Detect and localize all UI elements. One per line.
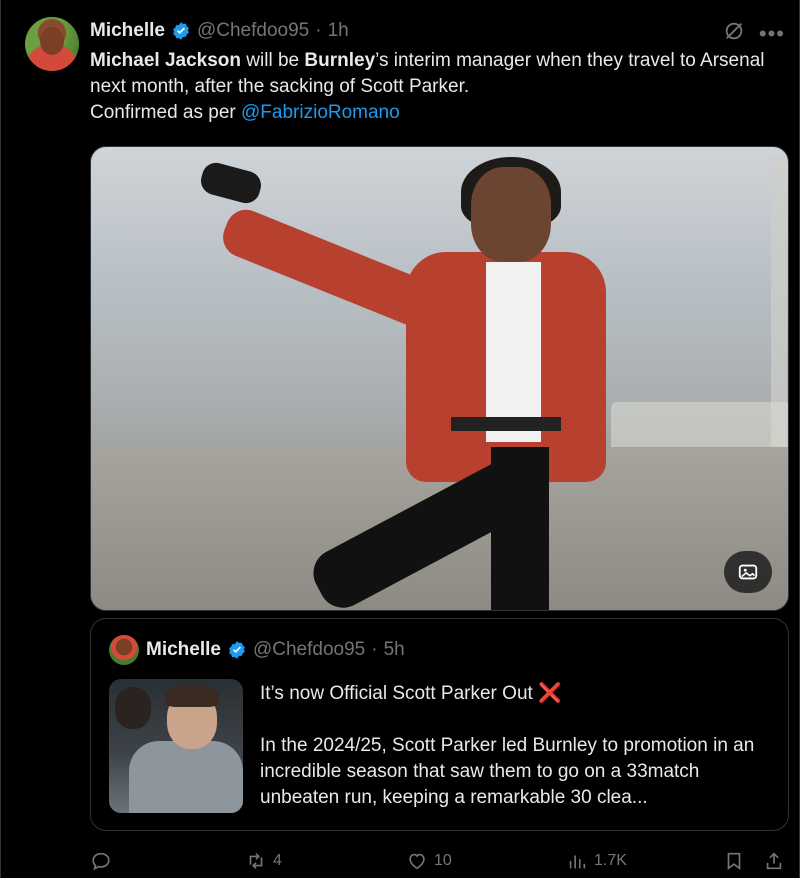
handle[interactable]: @Chefdoo95 (197, 20, 309, 42)
tweet-bold-2: Burnley (304, 50, 376, 71)
views-count: 1.7K (594, 852, 627, 869)
bookmark-button[interactable] (723, 850, 745, 872)
alt-text-icon[interactable] (724, 551, 772, 593)
like-icon (409, 853, 425, 870)
quoted-separator: · (371, 639, 378, 660)
display-name[interactable]: Michelle (90, 20, 165, 42)
action-bar: 4 10 1.7K (90, 847, 790, 875)
retweet-button[interactable]: 4 (245, 850, 282, 872)
tweet-text-5: Confirmed as per (90, 102, 242, 123)
quoted-handle: @Chefdoo95 (252, 639, 366, 660)
bookmark-icon (727, 852, 741, 870)
reply-icon (92, 852, 110, 871)
tweet-header: Michelle @Chefdoo95 · 1h (90, 20, 349, 42)
tweet-bold-1: Michael Jackson (90, 50, 242, 71)
share-button[interactable] (763, 850, 785, 872)
quoted-line-2: In the 2024/25, Scott Parker led Burnley… (260, 735, 755, 808)
quoted-tweet[interactable]: Michelle @Chefdoo95 · 5h It’s now Offici… (90, 618, 789, 831)
cross-mark-icon: ❌ (538, 683, 562, 704)
quoted-thumbnail (109, 679, 243, 813)
views-button[interactable]: 1.7K (566, 850, 627, 872)
mention-link[interactable]: @FabrizioRomano (241, 102, 400, 123)
more-icon[interactable]: ••• (759, 22, 785, 45)
views-icon (569, 855, 586, 869)
grok-icon[interactable] (723, 20, 745, 47)
quoted-text: It’s now Official Scott Parker Out ❌ In … (260, 681, 770, 811)
verified-badge-icon (227, 640, 247, 660)
tweet[interactable]: Michelle @Chefdoo95 · 1h ••• Michael Jac… (0, 0, 800, 878)
quoted-header: Michelle @Chefdoo95 · 5h (146, 639, 405, 661)
tweet-text-2: will be (241, 50, 305, 71)
tweet-image[interactable] (90, 146, 789, 611)
quoted-line-1: It’s now Official Scott Parker Out (260, 683, 539, 704)
quoted-avatar (109, 635, 139, 665)
like-button[interactable]: 10 (406, 850, 452, 872)
retweet-count: 4 (273, 852, 282, 869)
tweet-text: Michael Jackson will be Burnley’s interi… (90, 48, 780, 126)
timestamp[interactable]: 1h (328, 20, 349, 42)
quoted-timestamp: 5h (383, 639, 405, 660)
tweet-top-icons: ••• (723, 20, 785, 47)
reply-button[interactable] (90, 850, 118, 872)
like-count: 10 (434, 852, 452, 869)
retweet-icon (249, 853, 263, 869)
verified-badge-icon (171, 21, 191, 41)
avatar[interactable] (25, 17, 79, 71)
separator-dot: · (315, 20, 322, 41)
quoted-display-name: Michelle (146, 639, 221, 660)
share-icon (766, 852, 782, 870)
